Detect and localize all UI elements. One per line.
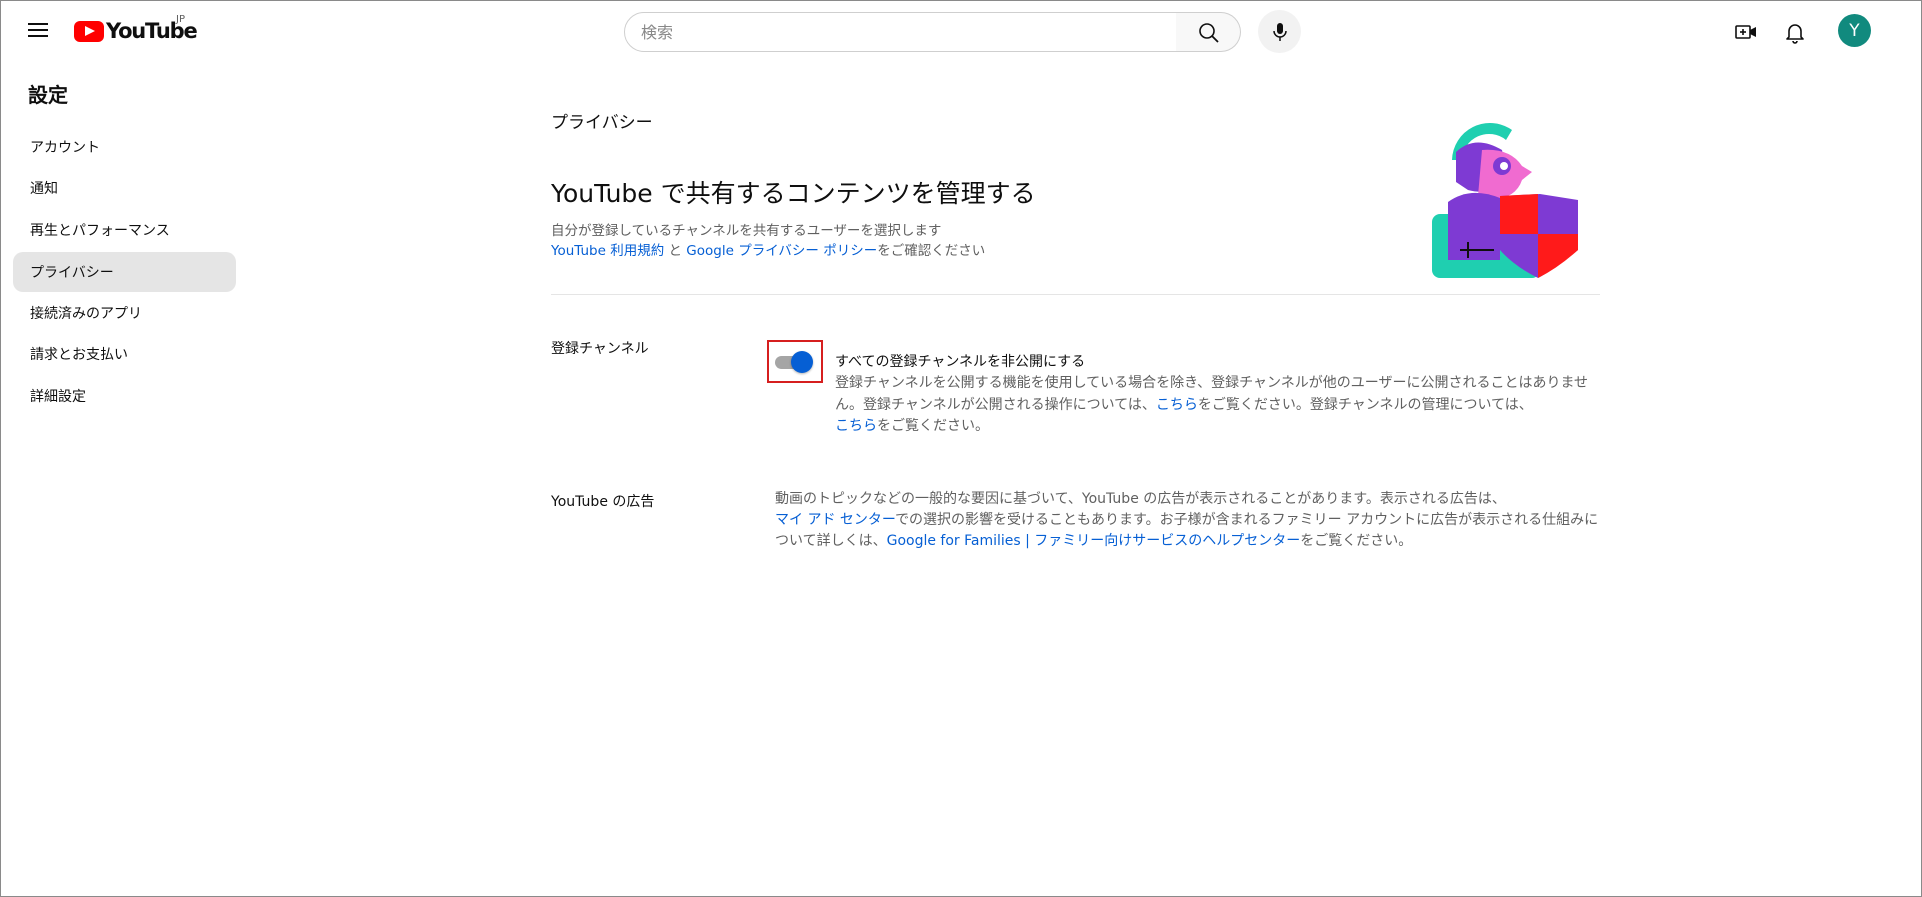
desc-text: 動画のトピックなどの一般的な要因に基づいて、YouTube の広告が表示されるこ… bbox=[775, 491, 1506, 507]
top-bar: YouTube JP Y bbox=[0, 0, 1922, 68]
avatar[interactable]: Y bbox=[1838, 14, 1871, 47]
confirm-text: をご確認ください bbox=[877, 243, 986, 259]
search-box bbox=[624, 12, 1177, 52]
toggle-knob bbox=[791, 351, 813, 373]
desc-text: をご覧ください。登録チャンネルの管理については、 bbox=[1197, 396, 1533, 413]
policy-links: YouTube 利用規約 と Google プライバシー ポリシーをご確認くださ… bbox=[551, 239, 985, 259]
privacy-policy-link[interactable]: Google プライバシー ポリシー bbox=[686, 243, 877, 259]
voice-search-button[interactable] bbox=[1258, 10, 1301, 53]
mic-icon bbox=[1273, 23, 1287, 41]
page-title: YouTube で共有するコンテンツを管理する bbox=[551, 179, 1036, 208]
settings-title: 設定 bbox=[28, 83, 68, 107]
terms-link[interactable]: YouTube 利用規約 bbox=[551, 243, 664, 259]
sidebar-item-advanced[interactable]: 詳細設定 bbox=[13, 376, 236, 416]
sidebar-item-playback[interactable]: 再生とパフォーマンス bbox=[13, 210, 236, 250]
section-divider bbox=[551, 294, 1600, 295]
bell-icon bbox=[1786, 24, 1804, 44]
sidebar-item-account[interactable]: アカウント bbox=[13, 127, 236, 167]
window-frame bbox=[0, 0, 1922, 897]
sidebar-item-notifications[interactable]: 通知 bbox=[13, 168, 236, 208]
and-text: と bbox=[664, 243, 687, 259]
sidebar-item-billing[interactable]: 請求とお支払い bbox=[13, 334, 236, 374]
sidebar-item-connected-apps[interactable]: 接続済みのアプリ bbox=[13, 293, 236, 333]
private-subscriptions-toggle[interactable] bbox=[775, 351, 815, 373]
private-subscriptions-title: すべての登録チャンネルを非公開にする bbox=[835, 354, 1086, 370]
my-ad-center-link[interactable]: マイ アド センター bbox=[775, 512, 895, 528]
section-label: プライバシー bbox=[551, 113, 653, 133]
search-icon bbox=[1199, 23, 1219, 43]
sidebar-item-privacy[interactable]: プライバシー bbox=[13, 252, 236, 292]
search-button[interactable] bbox=[1176, 12, 1241, 52]
create-button[interactable] bbox=[1726, 12, 1766, 52]
notifications-button[interactable] bbox=[1775, 12, 1815, 52]
families-help-center-link[interactable]: Google for Families | ファミリー向けサービスのヘルプセンタ… bbox=[887, 533, 1301, 549]
subscriptions-label: 登録チャンネル bbox=[551, 341, 649, 357]
private-subscriptions-description: 登録チャンネルを公開する機能を使用している場合を除き、登録チャンネルが他のユーザ… bbox=[835, 373, 1605, 438]
ads-label: YouTube の広告 bbox=[551, 494, 655, 510]
create-icon bbox=[1735, 25, 1756, 39]
menu-icon[interactable] bbox=[22, 14, 54, 46]
learn-more-link[interactable]: こちら bbox=[1156, 397, 1198, 413]
page-subtitle: 自分が登録しているチャンネルを共有するユーザーを選択します bbox=[551, 223, 942, 239]
search-input[interactable] bbox=[625, 13, 1176, 51]
country-code: JP bbox=[176, 14, 185, 25]
desc-text: をご覧ください。 bbox=[1300, 533, 1413, 549]
manage-subscriptions-link[interactable]: こちら bbox=[835, 418, 877, 434]
desc-text: をご覧ください。 bbox=[877, 418, 989, 434]
privacy-illustration bbox=[1432, 122, 1578, 278]
ads-description: 動画のトピックなどの一般的な要因に基づいて、YouTube の広告が表示されるこ… bbox=[775, 489, 1605, 552]
youtube-logo-icon bbox=[74, 20, 104, 42]
